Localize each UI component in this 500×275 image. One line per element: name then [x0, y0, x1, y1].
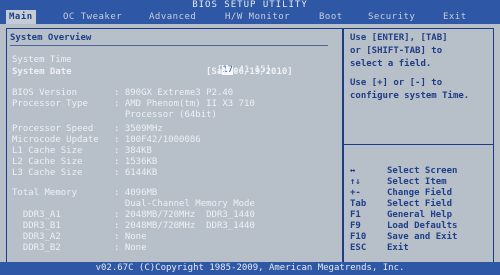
tab-exit[interactable]: Exit: [440, 10, 470, 24]
system-date-label[interactable]: System Date: [12, 67, 72, 77]
system-date-field[interactable]: [Sat 06/19/2010]: [206, 67, 293, 77]
tab-security[interactable]: Security: [365, 10, 418, 24]
info-value-bios-version: : 890GX Extreme3 P2.40: [114, 88, 234, 98]
key-plus-minus: +-: [350, 188, 361, 198]
info-value-ddr3-a2: : None: [114, 232, 147, 242]
info-label-ddr3-a1: DDR3_A1: [12, 210, 61, 220]
info-value-ddr3-a1: : 2048MB/720MHz DDR3_1440: [114, 210, 255, 220]
copyright-footer: v02.67C (C)Copyright 1985-2009, American…: [0, 262, 500, 275]
section-divider: [10, 45, 328, 46]
info-label-processor-speed: Processor Speed: [12, 124, 94, 134]
tab-main[interactable]: Main: [6, 10, 36, 24]
info-value-processor-speed: : 3509MHz: [114, 124, 163, 134]
key-f9: F9: [350, 221, 361, 231]
info-value-l1-cache: : 384KB: [114, 146, 152, 156]
key-desc: Select Item: [387, 177, 447, 187]
info-value-ddr3-b2: : None: [114, 243, 147, 253]
info-label-l2-cache: L2 Cache Size: [12, 157, 83, 167]
tab-hw-monitor[interactable]: H/W Monitor: [222, 10, 293, 24]
info-value-microcode: : 100F42/1000086: [114, 135, 201, 145]
help-line: or [SHIFT-TAB] to: [350, 46, 443, 56]
key-f1: F1: [350, 210, 361, 220]
menu-bar: Main OC Tweaker Advanced H/W Monitor Boo…: [0, 10, 500, 24]
info-value-l3-cache: : 6144KB: [114, 168, 158, 178]
key-desc: Change Field: [387, 188, 453, 198]
tab-advanced[interactable]: Advanced: [146, 10, 199, 24]
tab-boot[interactable]: Boot: [316, 10, 346, 24]
help-line: Use [+] or [-] to: [350, 78, 443, 88]
info-value-processor-type: : AMD Phenom(tm) II X3 710: [114, 99, 255, 109]
help-line: configure system Time.: [350, 91, 470, 101]
info-label-microcode: Microcode Update: [12, 135, 99, 145]
key-desc: Exit: [387, 243, 409, 253]
tab-oc-tweaker[interactable]: OC Tweaker: [60, 10, 125, 24]
info-value-l2-cache: : 1536KB: [114, 157, 158, 167]
section-title: System Overview: [10, 33, 92, 43]
info-label-ddr3-b1: DDR3_B1: [12, 221, 61, 231]
key-f10: F10: [350, 232, 367, 242]
info-value-total-memory: : 4096MB: [114, 188, 158, 198]
info-label-ddr3-a2: DDR3_A2: [12, 232, 61, 242]
info-value-ddr3-b1: : 2048MB/720MHz DDR3_1440: [114, 221, 255, 231]
info-label-bios-version: BIOS Version: [12, 88, 78, 98]
key-up-down-icon: ↑↓: [350, 177, 361, 187]
info-label-l1-cache: L1 Cache Size: [12, 146, 83, 156]
help-divider: [342, 144, 493, 145]
info-value-memory-mode: Dual-Channel Memory Mode: [114, 199, 255, 209]
key-desc: Select Screen: [387, 166, 458, 176]
info-label-processor-type: Processor Type: [12, 99, 88, 109]
key-left-right-icon: ↔: [350, 166, 356, 176]
info-label-l3-cache: L3 Cache Size: [12, 168, 83, 178]
info-value-processor-cont: Processor (64bit): [114, 110, 217, 120]
system-time-label[interactable]: System Time: [12, 55, 72, 65]
key-desc: Save and Exit: [387, 232, 458, 242]
key-desc: Select Field: [387, 199, 453, 209]
info-label-total-memory: Total Memory: [12, 188, 78, 198]
key-tab: Tab: [350, 199, 367, 209]
key-esc: ESC: [350, 243, 367, 253]
help-line: Use [ENTER], [TAB]: [350, 33, 448, 43]
bios-title: BIOS SETUP UTILITY: [0, 0, 500, 10]
key-desc: Load Defaults: [387, 221, 458, 231]
info-label-ddr3-b2: DDR3_B2: [12, 243, 61, 253]
key-desc: General Help: [387, 210, 453, 220]
help-line: select a field.: [350, 59, 432, 69]
